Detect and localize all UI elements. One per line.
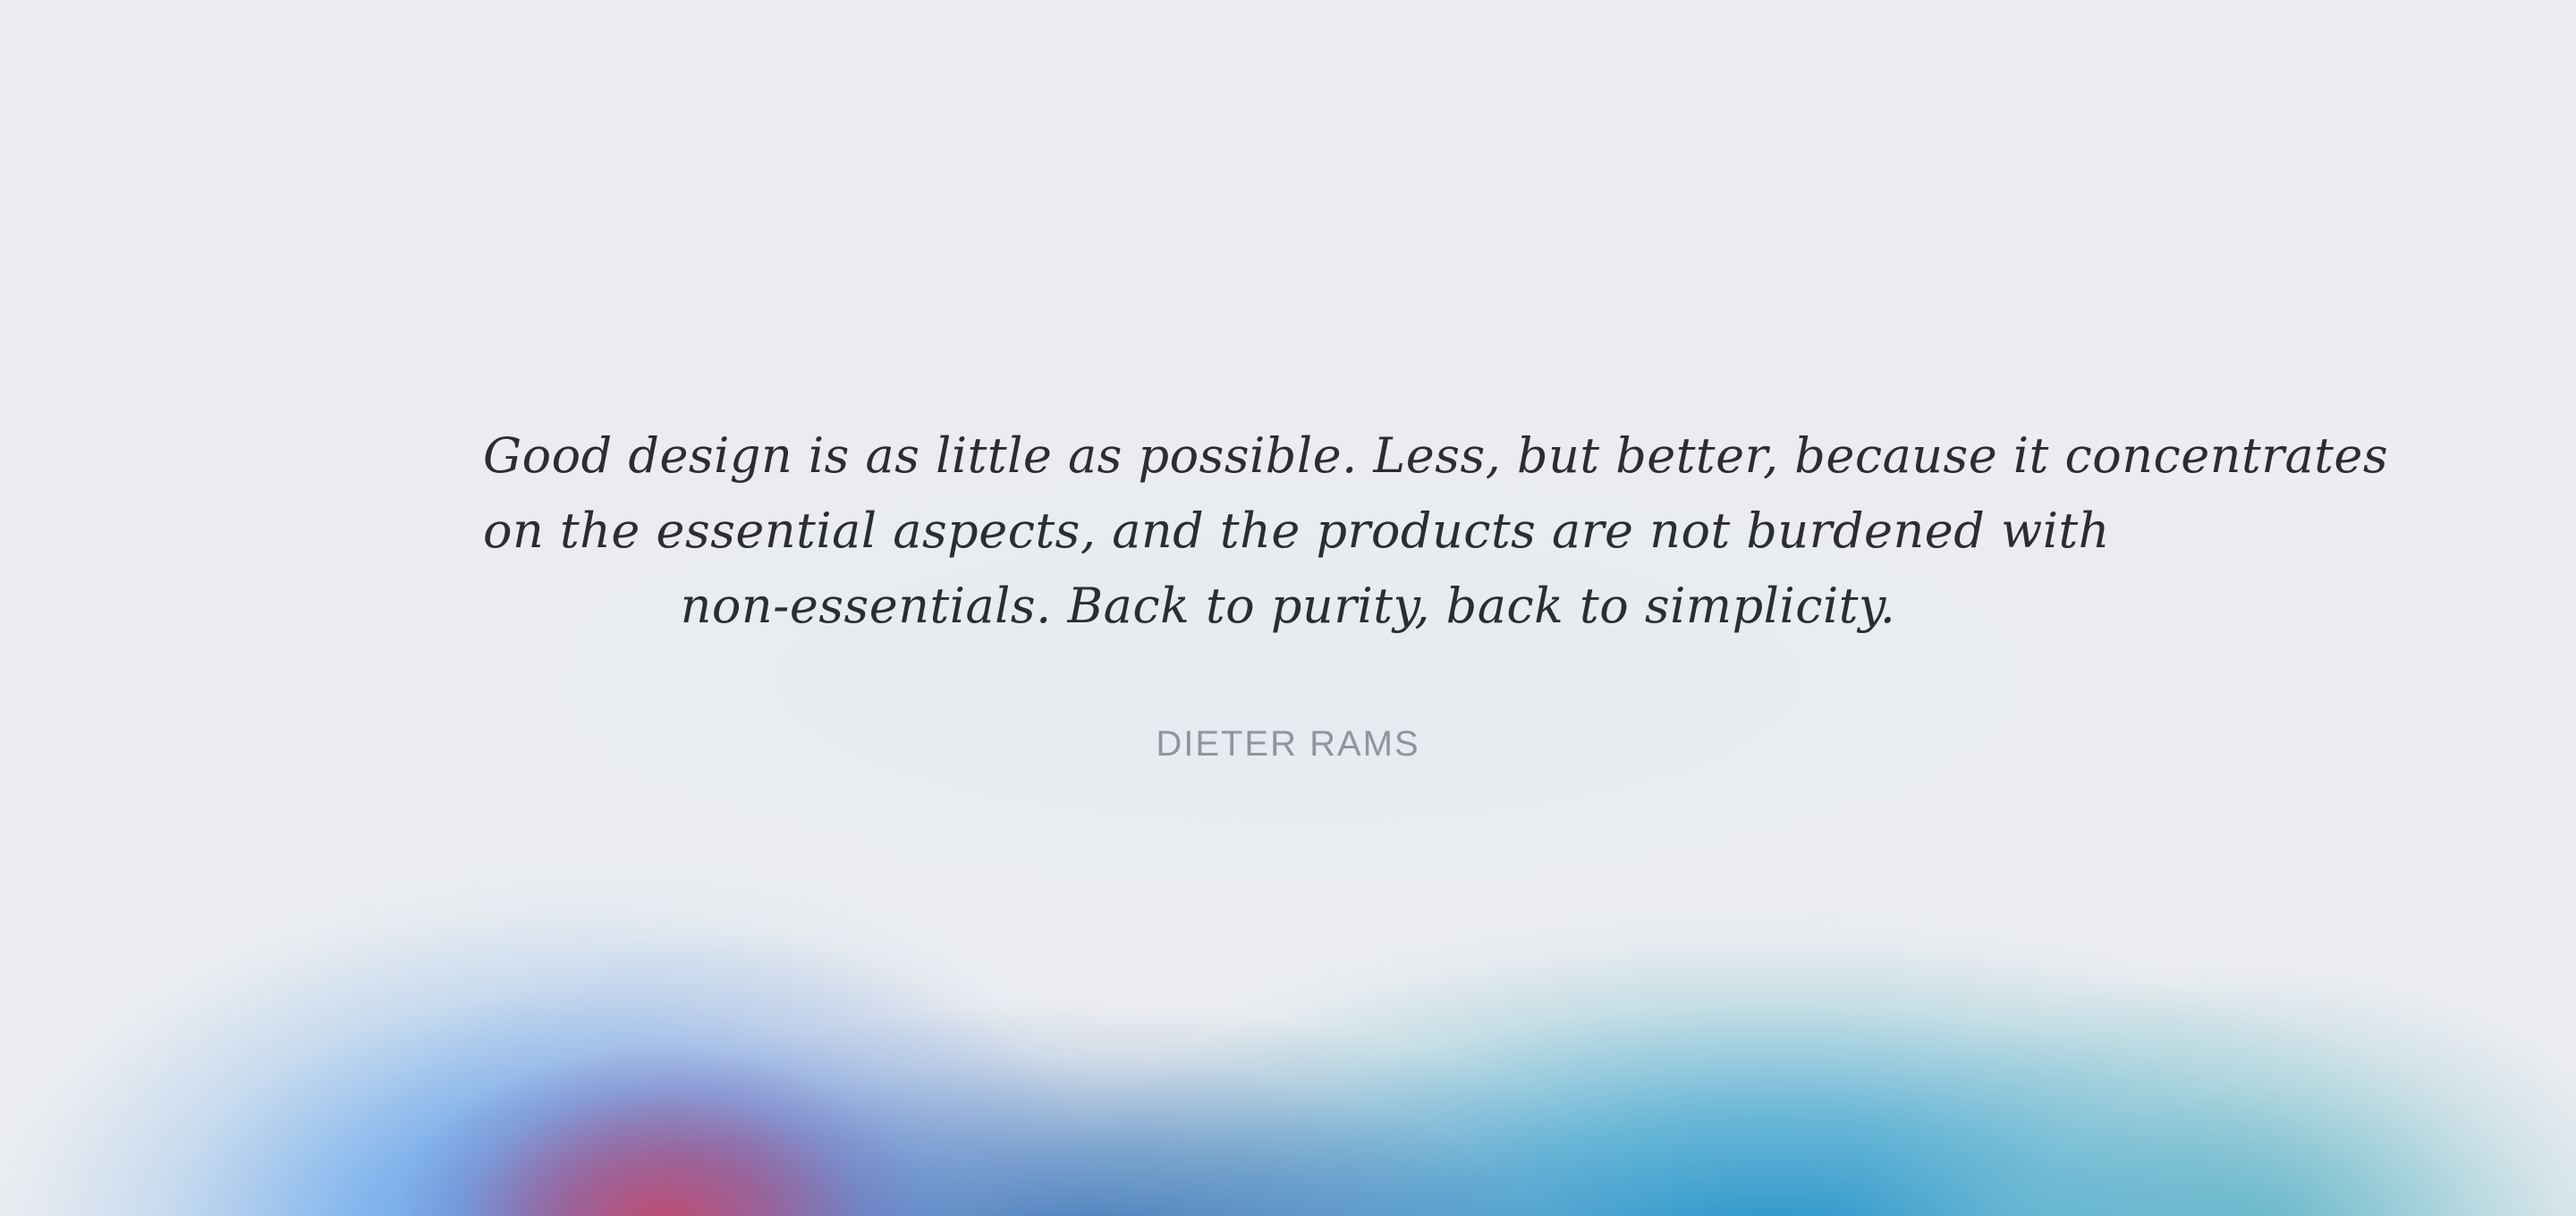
- quote-section: Good design is as little as possible. Le…: [0, 418, 2576, 765]
- quote-line-2: on the essential aspects, and the produc…: [483, 502, 2110, 559]
- quote-line-1: Good design is as little as possible. Le…: [483, 427, 2389, 484]
- quote-line-3: non-essentials. Back to purity, back to …: [680, 578, 1896, 634]
- quote-text: Good design is as little as possible. Le…: [483, 418, 2389, 644]
- quote-author: DIETER RAMS: [1156, 724, 1420, 764]
